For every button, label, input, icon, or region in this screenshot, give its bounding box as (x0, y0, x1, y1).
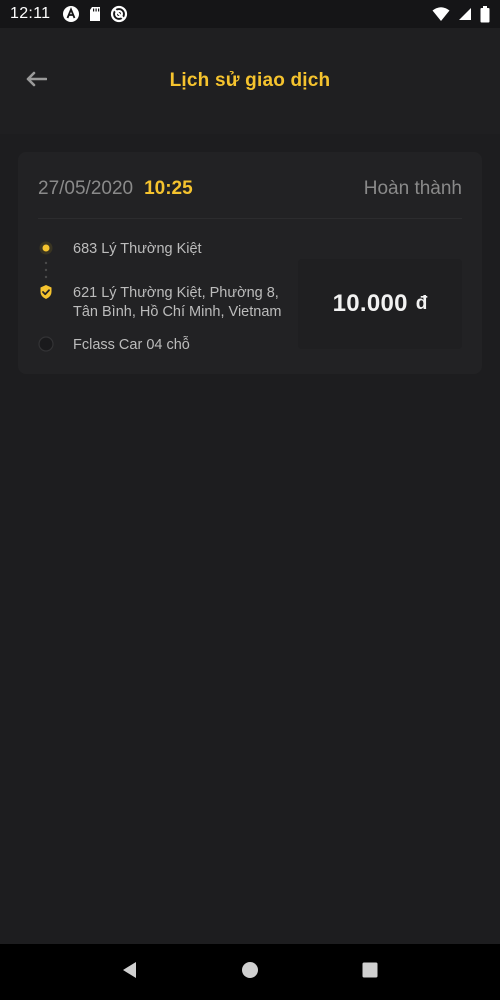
dropoff-address-line2: Tân Bình, Hồ Chí Minh, Vietnam (73, 304, 282, 320)
trip-card[interactable]: 27/05/2020 10:25 Hoàn thành 683 Lý Thườn… (18, 152, 482, 374)
arrow-left-icon (25, 71, 48, 92)
back-button[interactable] (20, 65, 52, 97)
pickup-row: 683 Lý Thường Kiệt (38, 240, 202, 259)
cell-signal-icon (458, 7, 472, 21)
status-right-icons (432, 5, 490, 23)
trip-card-header: 27/05/2020 10:25 Hoàn thành (38, 176, 462, 202)
vehicle-row: Fclass Car 04 chỗ (38, 336, 190, 355)
nav-home-button[interactable] (232, 954, 268, 990)
trip-status: Hoàn thành (363, 178, 462, 199)
system-nav-bar (0, 944, 500, 1000)
dropoff-address-line1: 621 Lý Thường Kiệt, Phường 8, (73, 285, 279, 301)
nav-back-icon (121, 961, 139, 984)
vehicle-type: Fclass Car 04 chỗ (73, 337, 190, 353)
trip-date: 27/05/2020 (38, 178, 134, 199)
vehicle-dot-icon (38, 336, 54, 352)
route-dots (44, 260, 48, 280)
dropoff-row: 621 Lý Thường Kiệt, Phường 8, Tân Bình, … (38, 284, 281, 322)
check-shield-icon (38, 284, 54, 300)
nav-recents-icon (362, 962, 378, 983)
nav-home-icon (241, 961, 259, 984)
transaction-list: 27/05/2020 10:25 Hoàn thành 683 Lý Thườn… (0, 134, 500, 944)
battery-icon (480, 5, 490, 23)
status-bar: 12:11 (0, 0, 500, 28)
price-box: 10.000 đ (298, 259, 462, 349)
card-divider (38, 218, 462, 219)
status-left-icons (62, 5, 128, 23)
pickup-address: 683 Lý Thường Kiệt (73, 241, 202, 257)
nav-back-button[interactable] (112, 954, 148, 990)
nav-recents-button[interactable] (352, 954, 388, 990)
page-title: Lịch sử giao dịch (169, 70, 331, 91)
currency-symbol: đ (415, 293, 428, 314)
sd-card-icon (88, 6, 102, 22)
no-disturb-icon (110, 5, 128, 23)
trip-time: 10:25 (144, 178, 193, 199)
app-header: Lịch sử giao dịch (0, 28, 500, 134)
pickup-dot-icon (38, 240, 54, 256)
trip-price: 10.000 (332, 290, 408, 317)
status-time: 12:11 (10, 5, 51, 22)
wifi-icon (432, 6, 450, 22)
dropoff-address: 621 Lý Thường Kiệt, Phường 8, Tân Bình, … (73, 284, 281, 322)
android-a-icon (62, 5, 80, 23)
